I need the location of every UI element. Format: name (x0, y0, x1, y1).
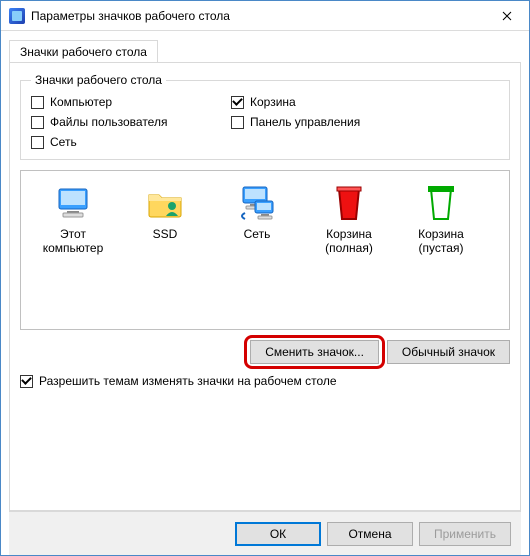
close-button[interactable] (484, 1, 529, 31)
change-icon-button[interactable]: Сменить значок... (250, 340, 379, 364)
titlebar[interactable]: Параметры значков рабочего стола (1, 1, 529, 31)
ok-button[interactable]: ОК (235, 522, 321, 546)
dialog-window: Параметры значков рабочего стола Значки … (0, 0, 530, 556)
folder-user-icon (145, 183, 185, 223)
icon-preview-list[interactable]: Этот компьютер SSD Сеть (20, 170, 510, 330)
icon-label: Сеть (244, 227, 271, 241)
checkbox-box (20, 375, 33, 388)
button-label: Обычный значок (402, 345, 495, 359)
network-monitor-icon (237, 183, 277, 223)
cancel-button[interactable]: Отмена (327, 522, 413, 546)
checkbox-label: Корзина (250, 95, 296, 109)
bin-full-icon (329, 183, 369, 223)
close-icon (502, 11, 512, 21)
checkbox-box (31, 96, 44, 109)
checkbox-recyclebin[interactable]: Корзина (231, 95, 499, 109)
checkbox-label: Файлы пользователя (50, 115, 167, 129)
checkbox-box (231, 96, 244, 109)
icon-item-ssd[interactable]: SSD (121, 183, 209, 241)
client-area: Значки рабочего стола Значки рабочего ст… (1, 31, 529, 555)
icon-label: Этот компьютер (29, 227, 117, 256)
apply-button[interactable]: Применить (419, 522, 511, 546)
checkbox-userfiles[interactable]: Файлы пользователя (31, 115, 231, 129)
checkbox-controlpanel[interactable]: Панель управления (231, 115, 499, 129)
icon-item-bin-full[interactable]: Корзина (полная) (305, 183, 393, 256)
tab-body: Значки рабочего стола Компьютер Корзина … (9, 62, 521, 511)
icon-label: Корзина (пустая) (397, 227, 485, 256)
icon-item-this-pc[interactable]: Этот компьютер (29, 183, 117, 256)
tab-label: Значки рабочего стола (20, 45, 147, 59)
checkbox-label: Сеть (50, 135, 77, 149)
group-legend: Значки рабочего стола (31, 73, 166, 87)
button-label: Применить (434, 527, 496, 541)
checkbox-box (31, 136, 44, 149)
checkbox-computer[interactable]: Компьютер (31, 95, 231, 109)
icon-label: SSD (153, 227, 178, 241)
default-icon-button[interactable]: Обычный значок (387, 340, 510, 364)
icon-item-network[interactable]: Сеть (213, 183, 301, 241)
tab-strip: Значки рабочего стола (9, 39, 521, 62)
icon-item-bin-empty[interactable]: Корзина (пустая) (397, 183, 485, 256)
window-title: Параметры значков рабочего стола (31, 9, 484, 23)
checkbox-allow-themes[interactable]: Разрешить темам изменять значки на рабоч… (20, 374, 510, 388)
desktop-icons-group: Значки рабочего стола Компьютер Корзина … (20, 73, 510, 160)
checkbox-box (231, 116, 244, 129)
bin-empty-icon (421, 183, 461, 223)
checkbox-label: Разрешить темам изменять значки на рабоч… (39, 374, 337, 388)
button-label: Отмена (348, 527, 391, 541)
app-icon (9, 8, 25, 24)
checkbox-box (31, 116, 44, 129)
checkbox-label: Панель управления (250, 115, 360, 129)
button-label: Сменить значок... (265, 345, 364, 359)
checkbox-label: Компьютер (50, 95, 112, 109)
checkbox-network[interactable]: Сеть (31, 135, 231, 149)
monitor-icon (53, 183, 93, 223)
icon-label: Корзина (полная) (305, 227, 393, 256)
tab-desktop-icons[interactable]: Значки рабочего стола (9, 40, 158, 63)
button-label: ОК (270, 527, 286, 541)
dialog-footer: ОК Отмена Применить (9, 511, 521, 555)
